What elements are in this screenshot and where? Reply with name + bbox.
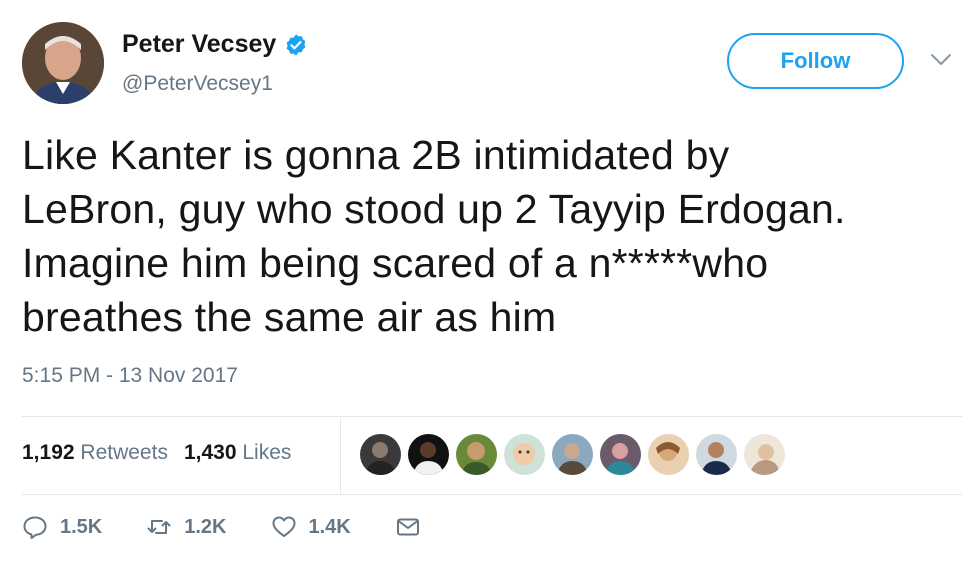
liker-avatar[interactable]: [552, 434, 593, 475]
liker-avatar[interactable]: [648, 434, 689, 475]
tweet-text: Like Kanter is gonna 2B intimidated by L…: [22, 128, 967, 344]
retweet-button[interactable]: 1.2K: [146, 514, 227, 540]
tweet-actions: 1.5K 1.2K 1.4K: [22, 514, 465, 540]
reply-button[interactable]: 1.5K: [22, 514, 102, 540]
liker-avatar[interactable]: [504, 434, 545, 475]
likes-stat[interactable]: 1,430 Likes: [184, 441, 291, 465]
retweets-stat[interactable]: 1,192 Retweets: [22, 441, 168, 465]
chevron-down-icon[interactable]: [930, 53, 952, 67]
like-button[interactable]: 1.4K: [271, 514, 351, 540]
user-display-name[interactable]: Peter Vecsey: [122, 30, 276, 59]
tweet-line: Imagine him being scared of a n*****who: [22, 240, 769, 286]
liker-avatar[interactable]: [696, 434, 737, 475]
profile-avatar[interactable]: [22, 22, 104, 104]
retweet-icon: [147, 520, 171, 534]
retweets-count: 1,192: [22, 441, 75, 464]
envelope-icon: [396, 518, 419, 536]
heart-icon: [272, 516, 295, 537]
liker-avatar[interactable]: [408, 434, 449, 475]
liker-avatar[interactable]: [360, 434, 401, 475]
reply-icon: [23, 516, 47, 539]
direct-message-button[interactable]: [395, 514, 421, 540]
tweet-timestamp[interactable]: 5:15 PM - 13 Nov 2017: [22, 364, 238, 388]
tweet-stats: 1,192 Retweets 1,430 Likes: [22, 441, 291, 465]
tweet-line: Like Kanter is gonna 2B intimidated by: [22, 132, 730, 178]
likes-label: Likes: [242, 441, 292, 464]
liker-avatar[interactable]: [600, 434, 641, 475]
user-handle[interactable]: @PeterVecsey1: [122, 72, 273, 96]
retweet-count: 1.2K: [184, 515, 227, 538]
user-name-row: Peter Vecsey: [122, 30, 308, 59]
divider: [22, 416, 962, 417]
stats-divider: [340, 418, 341, 494]
divider: [22, 494, 962, 495]
like-count: 1.4K: [308, 515, 351, 538]
reply-count: 1.5K: [60, 515, 103, 538]
likes-count: 1,430: [183, 441, 237, 464]
liker-avatars: [360, 434, 785, 475]
liker-avatar[interactable]: [744, 434, 785, 475]
retweets-label: Retweets: [80, 441, 168, 464]
tweet-line: LeBron, guy who stood up 2 Tayyip Erdoga…: [22, 186, 846, 232]
verified-badge-icon: [286, 34, 306, 55]
follow-button[interactable]: Follow: [727, 33, 904, 89]
tweet-line: breathes the same air as him: [22, 294, 557, 340]
liker-avatar[interactable]: [456, 434, 497, 475]
